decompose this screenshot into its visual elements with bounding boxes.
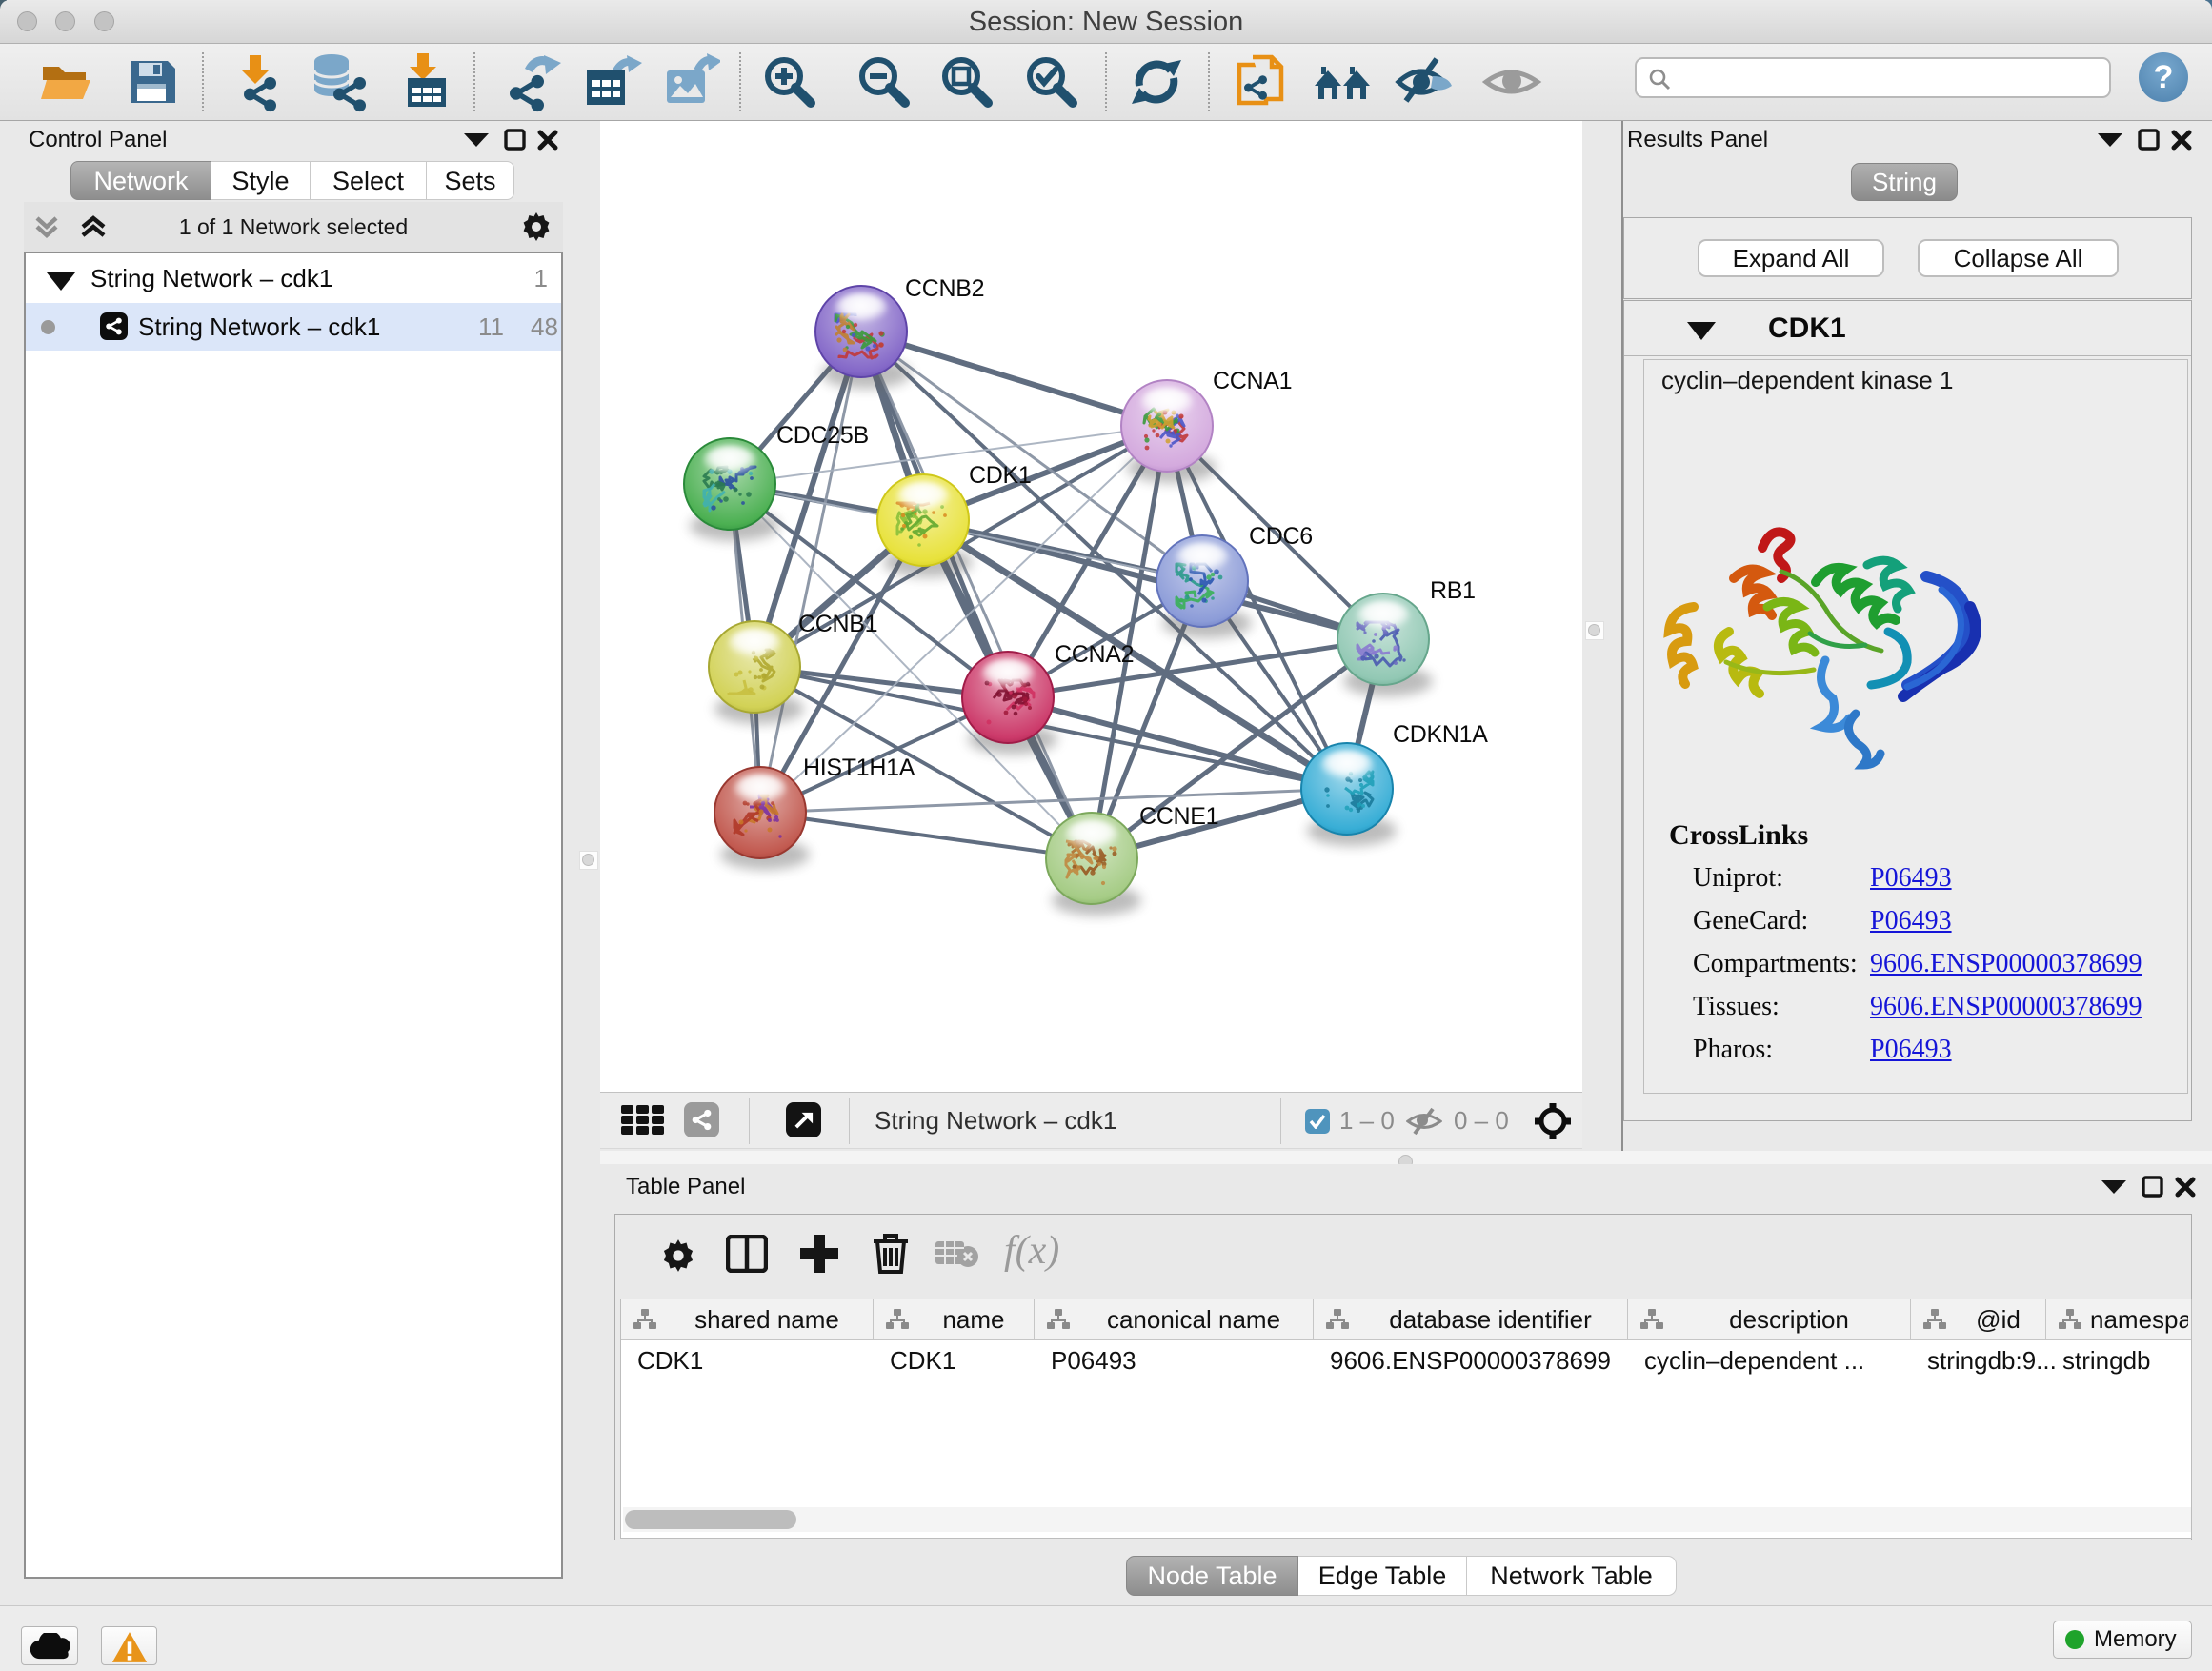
- svg-text:CDK1: CDK1: [969, 462, 1032, 489]
- svg-text:HIST1H1A: HIST1H1A: [803, 755, 915, 781]
- svg-text:CDC25B: CDC25B: [776, 422, 869, 449]
- svg-text:CCNA2: CCNA2: [1055, 641, 1134, 668]
- svg-text:CCNA1: CCNA1: [1213, 368, 1292, 394]
- svg-text:RB1: RB1: [1430, 577, 1476, 604]
- svg-text:CDKN1A: CDKN1A: [1393, 721, 1488, 748]
- svg-text:CCNE1: CCNE1: [1139, 803, 1218, 830]
- svg-text:CDC6: CDC6: [1249, 523, 1313, 550]
- svg-text:CCNB2: CCNB2: [905, 275, 984, 302]
- svg-text:CCNB1: CCNB1: [798, 611, 877, 637]
